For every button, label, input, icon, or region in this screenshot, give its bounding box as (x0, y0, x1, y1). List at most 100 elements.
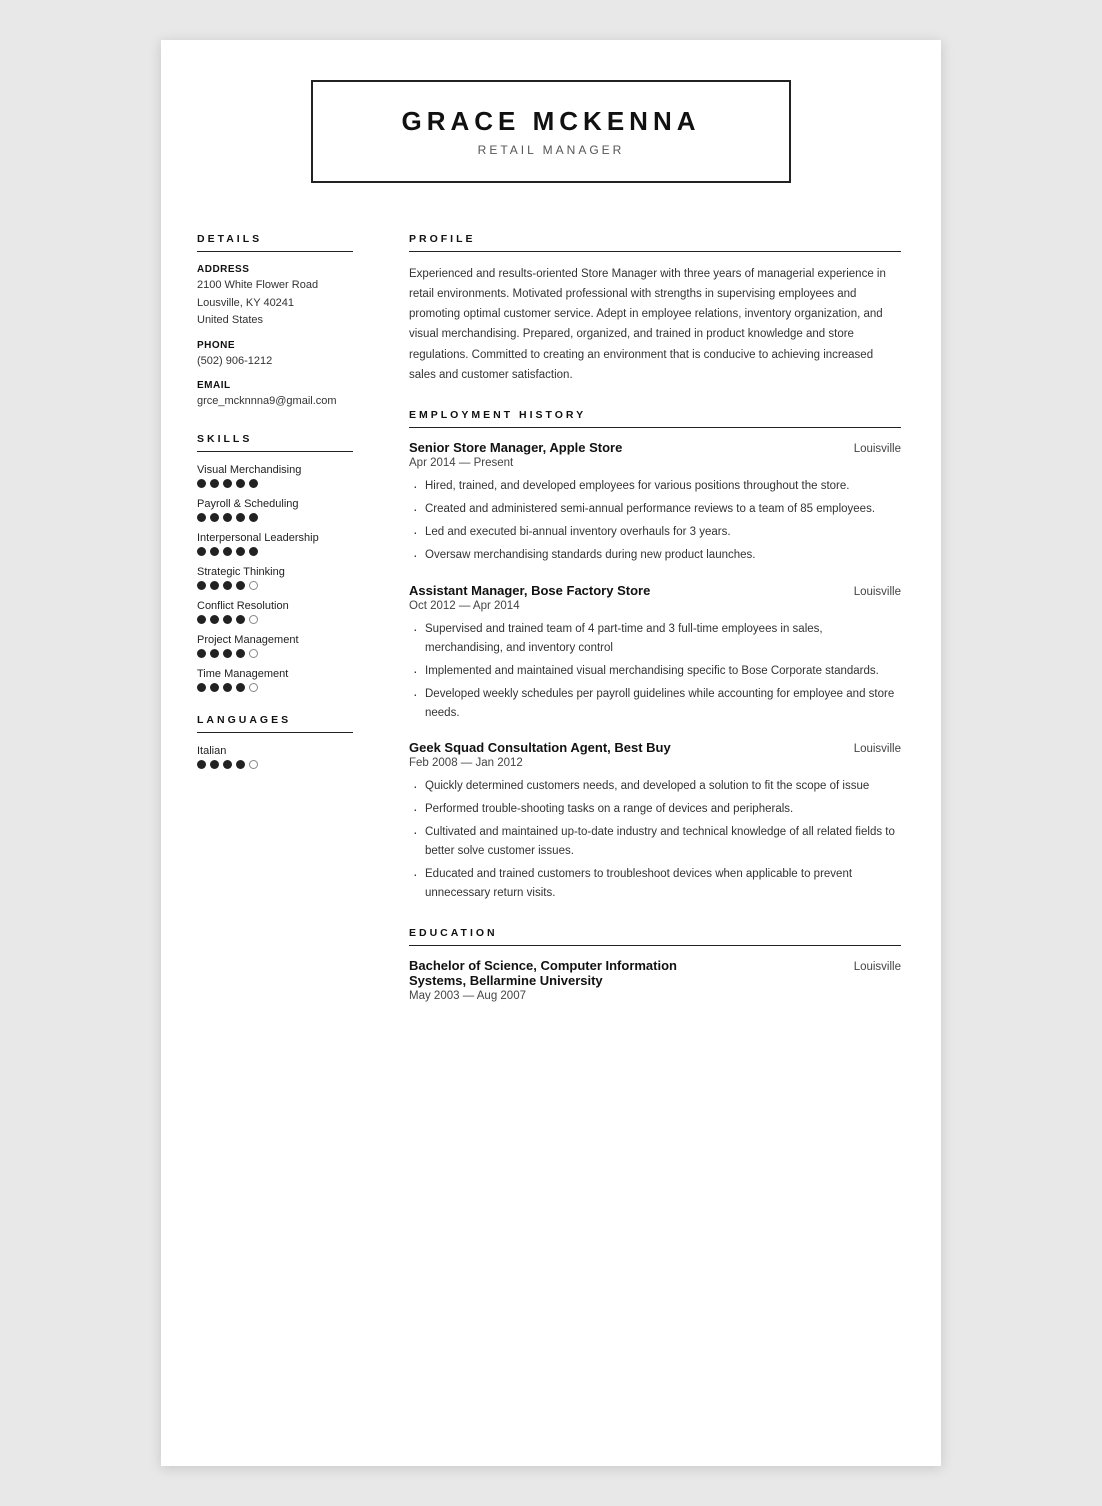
job-bullets: Supervised and trained team of 4 part-ti… (409, 620, 901, 723)
filled-dot (210, 760, 219, 769)
job-header: Geek Squad Consultation Agent, Best Buy L… (409, 740, 901, 755)
job-entry: Senior Store Manager, Apple StoreLouisvi… (409, 440, 901, 565)
empty-dot (249, 581, 258, 590)
filled-dot (210, 581, 219, 590)
job-entry: Geek Squad Consultation Agent, Best Buy L… (409, 740, 901, 903)
bullet-item: Supervised and trained team of 4 part-ti… (409, 620, 901, 658)
empty-dot (249, 760, 258, 769)
filled-dot (210, 649, 219, 658)
filled-dot (197, 547, 206, 556)
education-location: Louisville (854, 961, 901, 973)
skill-item: Conflict Resolution (197, 600, 353, 624)
filled-dot (223, 581, 232, 590)
left-column: DETAILS ADDRESS 2100 White Flower Road L… (161, 233, 381, 1026)
skill-item: Project Management (197, 634, 353, 658)
job-header: Senior Store Manager, Apple StoreLouisvi… (409, 440, 901, 455)
skill-item: Time Management (197, 668, 353, 692)
filled-dot (223, 547, 232, 556)
filled-dot (210, 547, 219, 556)
job-dates: Apr 2014 — Present (409, 457, 901, 469)
skill-name: Payroll & Scheduling (197, 498, 353, 510)
jobs-list: Senior Store Manager, Apple StoreLouisvi… (409, 440, 901, 904)
language-item: Italian (197, 745, 353, 769)
filled-dot (236, 479, 245, 488)
filled-dot (223, 649, 232, 658)
resume-page: GRACE MCKENNA RETAIL MANAGER DETAILS ADD… (161, 40, 941, 1466)
job-dates: Feb 2008 — Jan 2012 (409, 757, 901, 769)
candidate-name: GRACE MCKENNA (373, 106, 729, 137)
degree-title: Bachelor of Science, Computer Informatio… (409, 958, 729, 988)
skill-name: Project Management (197, 634, 353, 646)
email-text: grce_mcknnna9@gmail.com (197, 393, 353, 411)
email-label: EMAIL (197, 380, 353, 391)
job-dates: Oct 2012 — Apr 2014 (409, 600, 901, 612)
skill-item: Visual Merchandising (197, 464, 353, 488)
filled-dot (197, 513, 206, 522)
languages-section: LANGUAGES Italian (197, 714, 353, 769)
job-entry: Assistant Manager, Bose Factory StoreLou… (409, 583, 901, 723)
skills-list: Visual Merchandising Payroll & Scheduling… (197, 464, 353, 692)
languages-heading: LANGUAGES (197, 714, 353, 733)
employment-section: EMPLOYMENT HISTORY Senior Store Manager,… (409, 409, 901, 904)
bullet-item: Developed weekly schedules per payroll g… (409, 685, 901, 723)
job-bullets: Hired, trained, and developed employees … (409, 477, 901, 565)
address-label: ADDRESS (197, 264, 353, 275)
skills-heading: SKILLS (197, 433, 353, 452)
right-column: PROFILE Experienced and results-oriented… (381, 233, 941, 1026)
job-location: Louisville (854, 743, 901, 755)
filled-dot (197, 479, 206, 488)
skill-item: Strategic Thinking (197, 566, 353, 590)
filled-dot (197, 615, 206, 624)
filled-dot (249, 479, 258, 488)
header-area: GRACE MCKENNA RETAIL MANAGER (161, 40, 941, 213)
education-header: Bachelor of Science, Computer Informatio… (409, 958, 901, 988)
details-heading: DETAILS (197, 233, 353, 252)
filled-dot (197, 649, 206, 658)
filled-dot (210, 615, 219, 624)
education-heading: EDUCATION (409, 927, 901, 946)
candidate-title: RETAIL MANAGER (373, 143, 729, 157)
skills-section: SKILLS Visual Merchandising Payroll & Sch… (197, 433, 353, 692)
name-box: GRACE MCKENNA RETAIL MANAGER (311, 80, 791, 183)
employment-heading: EMPLOYMENT HISTORY (409, 409, 901, 428)
bullet-item: Performed trouble-shooting tasks on a ra… (409, 800, 901, 819)
skill-name: Interpersonal Leadership (197, 532, 353, 544)
bullet-item: Implemented and maintained visual mercha… (409, 662, 901, 681)
language-name: Italian (197, 745, 353, 757)
bullet-item: Created and administered semi-annual per… (409, 500, 901, 519)
skill-name: Strategic Thinking (197, 566, 353, 578)
job-bullets: Quickly determined customers needs, and … (409, 777, 901, 903)
bullet-item: Hired, trained, and developed employees … (409, 477, 901, 496)
filled-dot (249, 513, 258, 522)
filled-dot (236, 649, 245, 658)
skill-item: Interpersonal Leadership (197, 532, 353, 556)
content-area: DETAILS ADDRESS 2100 White Flower Road L… (161, 213, 941, 1066)
languages-list: Italian (197, 745, 353, 769)
details-section: DETAILS ADDRESS 2100 White Flower Road L… (197, 233, 353, 411)
filled-dot (236, 581, 245, 590)
job-location: Louisville (854, 443, 901, 455)
filled-dot (223, 760, 232, 769)
education-dates: May 2003 — Aug 2007 (409, 990, 901, 1002)
filled-dot (197, 683, 206, 692)
education-list: Bachelor of Science, Computer Informatio… (409, 958, 901, 1002)
filled-dot (210, 683, 219, 692)
empty-dot (249, 649, 258, 658)
skill-name: Time Management (197, 668, 353, 680)
education-section: EDUCATION Bachelor of Science, Computer … (409, 927, 901, 1002)
job-title: Geek Squad Consultation Agent, Best Buy (409, 740, 671, 755)
skill-name: Conflict Resolution (197, 600, 353, 612)
education-entry: Bachelor of Science, Computer Informatio… (409, 958, 901, 1002)
filled-dot (249, 547, 258, 556)
job-location: Louisville (854, 586, 901, 598)
bullet-item: Educated and trained customers to troubl… (409, 865, 901, 903)
bullet-item: Oversaw merchandising standards during n… (409, 546, 901, 565)
filled-dot (223, 683, 232, 692)
filled-dot (210, 479, 219, 488)
skill-item: Payroll & Scheduling (197, 498, 353, 522)
profile-text: Experienced and results-oriented Store M… (409, 264, 901, 385)
job-header: Assistant Manager, Bose Factory StoreLou… (409, 583, 901, 598)
bullet-item: Cultivated and maintained up-to-date ind… (409, 823, 901, 861)
empty-dot (249, 683, 258, 692)
filled-dot (197, 760, 206, 769)
